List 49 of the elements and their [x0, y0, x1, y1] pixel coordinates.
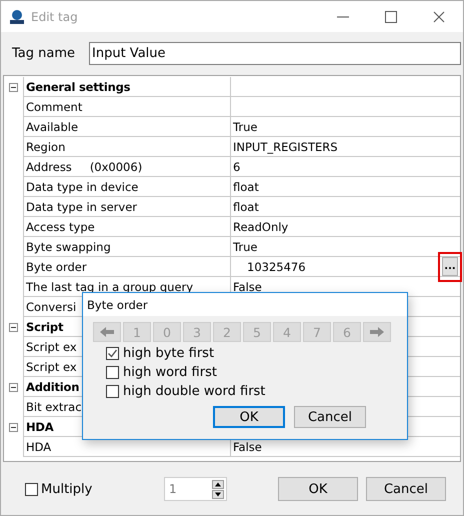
property-name: Region: [23, 137, 231, 157]
property-value: float: [233, 200, 259, 214]
checkbox[interactable]: [106, 366, 119, 379]
property-name: Data type in device: [23, 177, 231, 197]
spin-down-icon[interactable]: [212, 490, 224, 499]
property-name: Comment: [23, 97, 231, 117]
section-title: General settings: [23, 77, 231, 97]
property-value: True: [233, 240, 258, 254]
arrow-left-icon: [99, 326, 115, 338]
ok-button[interactable]: OK: [213, 406, 285, 428]
collapse-icon[interactable]: [9, 322, 18, 332]
maximize-icon[interactable]: [385, 10, 397, 22]
collapse-icon[interactable]: [9, 422, 18, 432]
property-value: ReadOnly: [233, 220, 288, 234]
property-value: float: [233, 180, 259, 194]
checkbox[interactable]: [25, 482, 38, 496]
checkbox[interactable]: [106, 347, 119, 360]
property-value: 10325476: [247, 260, 306, 274]
spin-up-icon[interactable]: [212, 480, 224, 489]
checkbox[interactable]: [106, 385, 119, 398]
address-hex: (0x0006): [90, 160, 142, 174]
property-name: Access type: [23, 217, 231, 237]
property-name: Available: [23, 117, 231, 137]
property-value: False: [233, 280, 262, 294]
option-label: high word first: [123, 366, 217, 379]
property-value: INPUT_REGISTERS: [233, 140, 338, 154]
dialog-title: Byte order: [87, 298, 148, 312]
count-field[interactable]: 1: [164, 477, 227, 501]
ok-button[interactable]: OK: [278, 477, 358, 501]
property-value: 6: [233, 160, 240, 174]
property-name: Data type in server: [23, 197, 231, 217]
cancel-button[interactable]: Cancel: [294, 406, 366, 428]
collapse-icon[interactable]: [9, 382, 18, 392]
cancel-button[interactable]: Cancel: [366, 477, 446, 501]
property-name: Byte swapping: [23, 237, 231, 257]
option-label: high byte first: [123, 347, 214, 360]
window-title: Edit tag: [31, 10, 79, 24]
property-name: Address: [26, 160, 72, 174]
property-name: Byte order: [23, 257, 231, 277]
tag-name-label: Tag name: [12, 46, 76, 61]
close-icon[interactable]: [433, 10, 445, 22]
multiply-label: Multiply: [41, 482, 92, 496]
app-logo-icon: [9, 8, 25, 24]
browse-button[interactable]: ...: [442, 257, 458, 276]
collapse-icon[interactable]: [9, 82, 18, 92]
arrow-right-icon: [369, 326, 385, 338]
property-value: True: [233, 120, 258, 134]
tag-name-field[interactable]: Input Value: [89, 42, 461, 65]
property-value: False: [233, 440, 262, 454]
